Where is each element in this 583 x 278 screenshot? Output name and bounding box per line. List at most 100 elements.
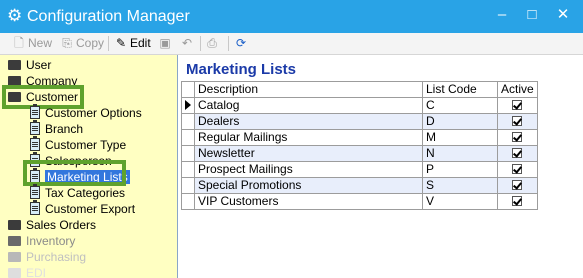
save-icon: ▣ bbox=[159, 36, 171, 50]
cell-list-code[interactable]: N bbox=[422, 145, 498, 162]
toolbar-separator bbox=[108, 36, 109, 51]
edit-button[interactable]: ✎ Edit bbox=[114, 35, 151, 52]
tree-item-customer-options[interactable]: Customer Options bbox=[30, 104, 142, 121]
table-row[interactable]: VIP Customers V bbox=[181, 193, 538, 210]
active-checkbox[interactable] bbox=[512, 132, 523, 142]
new-label: New bbox=[28, 36, 53, 50]
refresh-icon: ⟳ bbox=[235, 36, 247, 50]
copy-label: Copy bbox=[76, 36, 105, 50]
tree-item-user[interactable]: User bbox=[8, 57, 51, 73]
tree-item-label: Inventory bbox=[26, 234, 76, 248]
cell-active[interactable] bbox=[497, 129, 538, 146]
maximize-button[interactable]: □ bbox=[520, 5, 544, 25]
row-selector-header bbox=[181, 81, 195, 98]
cell-list-code[interactable]: C bbox=[422, 97, 498, 114]
cell-description[interactable]: Catalog bbox=[194, 97, 423, 114]
tree-item-tax-categories[interactable]: Tax Categories bbox=[30, 184, 125, 201]
cell-active[interactable] bbox=[497, 193, 538, 210]
title-bar: ⚙ Configuration Manager – □ ✕ bbox=[0, 0, 583, 33]
minimize-button[interactable]: – bbox=[490, 5, 514, 25]
folder-icon bbox=[8, 236, 21, 246]
tree-item-label: Purchasing bbox=[26, 250, 87, 264]
tree-item-label: Customer Export bbox=[45, 202, 136, 216]
table-row[interactable]: Special Promotions S bbox=[181, 177, 538, 194]
print-button[interactable]: ⎙ bbox=[205, 35, 221, 52]
table-row[interactable]: Newsletter N bbox=[181, 145, 538, 162]
clipboard-icon bbox=[30, 184, 40, 199]
row-selector[interactable] bbox=[181, 193, 195, 210]
undo-icon: ↶ bbox=[181, 36, 193, 50]
grid-header-row: Description List Code Active bbox=[181, 81, 538, 98]
cell-active[interactable] bbox=[497, 97, 538, 114]
cell-active[interactable] bbox=[497, 161, 538, 178]
table-row[interactable]: Dealers D bbox=[181, 113, 538, 130]
clipboard-icon bbox=[30, 136, 40, 151]
cell-description[interactable]: VIP Customers bbox=[194, 193, 423, 210]
marketing-lists-grid: Description List Code Active Catalog C D… bbox=[181, 81, 538, 210]
cell-description[interactable]: Special Promotions bbox=[194, 177, 423, 194]
undo-button[interactable]: ↶ bbox=[180, 35, 196, 52]
row-selector[interactable] bbox=[181, 177, 195, 194]
table-row[interactable]: Regular Mailings M bbox=[181, 129, 538, 146]
tree-item-edi[interactable]: EDI bbox=[8, 265, 46, 278]
refresh-button[interactable]: ⟳ bbox=[234, 35, 250, 52]
clipboard-icon bbox=[30, 120, 40, 135]
active-checkbox[interactable] bbox=[512, 148, 523, 158]
copy-button[interactable]: ⎘ Copy bbox=[60, 35, 104, 52]
row-selector[interactable] bbox=[181, 113, 195, 130]
cell-list-code[interactable]: V bbox=[422, 193, 498, 210]
cell-list-code[interactable]: S bbox=[422, 177, 498, 194]
window-title: Configuration Manager bbox=[27, 8, 190, 25]
marketing-lists-highlight-frame bbox=[23, 160, 126, 186]
pencil-icon: ✎ bbox=[115, 36, 127, 50]
toolbar-separator bbox=[200, 36, 201, 51]
tree-item-label: Customer Options bbox=[45, 106, 142, 120]
active-checkbox[interactable] bbox=[512, 196, 523, 206]
active-checkbox[interactable] bbox=[512, 116, 523, 126]
current-row-icon bbox=[185, 100, 191, 110]
navigation-tree: User Company Customer Customer Options B… bbox=[0, 55, 178, 278]
page-title: Marketing Lists bbox=[186, 61, 297, 78]
copy-icon: ⎘ bbox=[62, 36, 72, 50]
folder-icon bbox=[8, 268, 21, 278]
close-button[interactable]: ✕ bbox=[551, 5, 575, 25]
edit-label: Edit bbox=[130, 36, 151, 50]
tree-item-customer-export[interactable]: Customer Export bbox=[30, 200, 136, 217]
row-selector[interactable] bbox=[181, 97, 195, 114]
new-button[interactable]: 🗋 New bbox=[12, 35, 52, 52]
cell-list-code[interactable]: M bbox=[422, 129, 498, 146]
tree-item-sales-orders[interactable]: Sales Orders bbox=[8, 217, 96, 233]
cell-description[interactable]: Prospect Mailings bbox=[194, 161, 423, 178]
active-checkbox[interactable] bbox=[512, 164, 523, 174]
tree-item-label: EDI bbox=[26, 266, 47, 278]
cell-active[interactable] bbox=[497, 177, 538, 194]
active-checkbox[interactable] bbox=[512, 100, 523, 110]
tree-item-branch[interactable]: Branch bbox=[30, 120, 84, 137]
cell-list-code[interactable]: D bbox=[422, 113, 498, 130]
cell-active[interactable] bbox=[497, 145, 538, 162]
toolbar: 🗋 New ⎘ Copy ✎ Edit ▣ ↶ ⎙ ⟳ bbox=[0, 33, 583, 55]
cell-description[interactable]: Regular Mailings bbox=[194, 129, 423, 146]
cell-list-code[interactable]: P bbox=[422, 161, 498, 178]
tree-item-customer-type[interactable]: Customer Type bbox=[30, 136, 126, 153]
gears-icon: ⚙ bbox=[7, 6, 23, 25]
active-checkbox[interactable] bbox=[512, 180, 523, 190]
clipboard-icon bbox=[30, 104, 40, 119]
row-selector[interactable] bbox=[181, 129, 195, 146]
row-selector[interactable] bbox=[181, 161, 195, 178]
folder-icon bbox=[8, 252, 21, 262]
cell-active[interactable] bbox=[497, 113, 538, 130]
tree-item-purchasing[interactable]: Purchasing bbox=[8, 249, 86, 265]
tree-item-label: Branch bbox=[45, 122, 84, 136]
column-header-active[interactable]: Active bbox=[497, 81, 538, 98]
folder-icon bbox=[8, 60, 21, 70]
table-row[interactable]: Catalog C bbox=[181, 97, 538, 114]
tree-item-inventory[interactable]: Inventory bbox=[8, 233, 75, 249]
save-button[interactable]: ▣ bbox=[158, 35, 174, 52]
cell-description[interactable]: Newsletter bbox=[194, 145, 423, 162]
row-selector[interactable] bbox=[181, 145, 195, 162]
column-header-list-code[interactable]: List Code bbox=[422, 81, 498, 98]
cell-description[interactable]: Dealers bbox=[194, 113, 423, 130]
table-row[interactable]: Prospect Mailings P bbox=[181, 161, 538, 178]
column-header-description[interactable]: Description bbox=[194, 81, 423, 98]
